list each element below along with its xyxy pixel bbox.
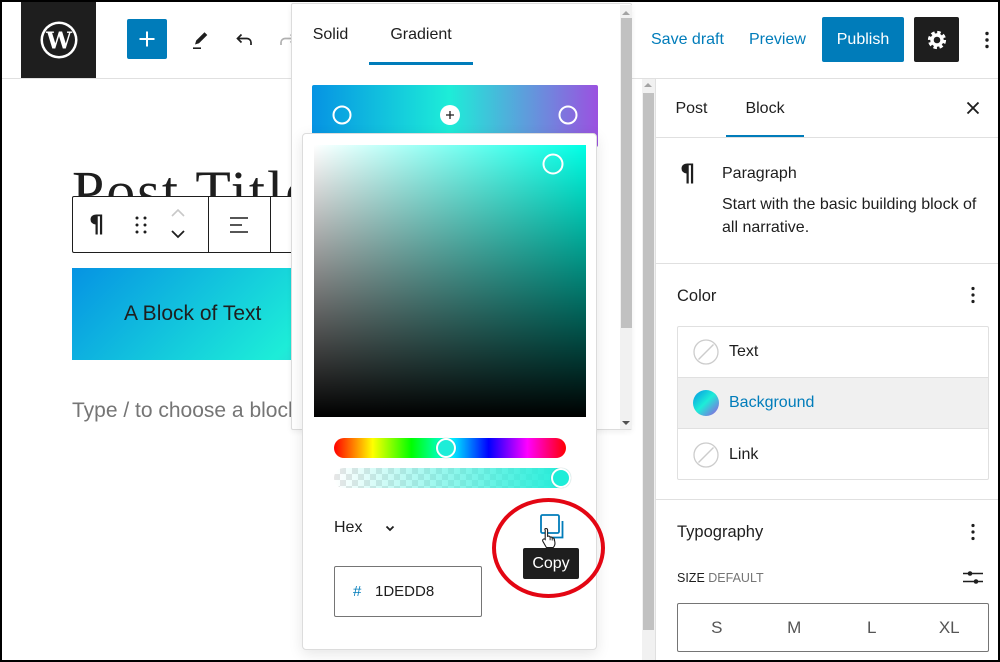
gear-icon xyxy=(927,30,946,49)
add-block-button[interactable] xyxy=(127,19,167,59)
saturation-field[interactable] xyxy=(314,145,586,417)
sidebar-tab-post[interactable]: Post xyxy=(657,79,726,138)
svg-text:W: W xyxy=(45,28,73,55)
save-draft-button[interactable]: Save draft xyxy=(645,20,730,60)
drag-handle-icon xyxy=(135,216,147,234)
color-item-label: Link xyxy=(729,445,759,463)
color-format-select[interactable]: Hex xyxy=(334,515,398,541)
no-color-swatch-icon xyxy=(693,441,719,468)
align-left-icon xyxy=(230,217,248,233)
settings-sidebar: Post Block Paragraph Start with the basi… xyxy=(655,79,998,660)
block-type-button[interactable] xyxy=(89,212,104,236)
chevron-up-icon xyxy=(171,208,185,217)
divider xyxy=(656,263,998,264)
more-vertical-icon xyxy=(971,286,975,304)
drag-handle[interactable] xyxy=(134,215,148,240)
move-down-button[interactable] xyxy=(168,227,188,241)
hue-slider-handle[interactable] xyxy=(436,438,457,458)
color-item-text[interactable]: Text xyxy=(678,327,988,378)
wordpress-logo-icon: W xyxy=(40,21,77,59)
typography-panel-heading: Typography xyxy=(677,523,764,541)
tab-label: Gradient xyxy=(390,25,452,43)
color-panel-heading: Color xyxy=(677,287,717,305)
block-card-description: Start with the basic building block of a… xyxy=(722,196,977,236)
hue-slider[interactable] xyxy=(334,438,566,458)
scroll-down-arrow-icon[interactable] xyxy=(622,421,630,425)
editor-scrollbar-thumb[interactable] xyxy=(643,93,654,630)
gradient-insert-point-button[interactable] xyxy=(440,105,461,125)
no-color-swatch-icon xyxy=(693,339,719,365)
more-vertical-icon xyxy=(985,31,989,49)
chevron-down-icon xyxy=(171,230,185,239)
gradient-stop-handle[interactable] xyxy=(332,105,352,125)
toolbar-divider xyxy=(208,197,209,252)
saturation-pointer[interactable] xyxy=(542,153,564,175)
sidebar-tab-block[interactable]: Block xyxy=(726,79,804,138)
popover-scrollbar[interactable] xyxy=(620,5,632,429)
size-value: DEFAULT xyxy=(708,571,764,585)
more-vertical-icon xyxy=(971,523,975,541)
active-tab-indicator xyxy=(369,62,473,65)
toolbar-divider xyxy=(270,197,271,252)
color-item-background[interactable]: Background xyxy=(678,378,988,429)
color-format-value: Hex xyxy=(334,519,363,536)
hex-color-input[interactable]: # 1DEDD8 xyxy=(334,566,482,617)
undo-button[interactable] xyxy=(232,28,256,52)
color-items-group: Text Background Link xyxy=(677,326,989,480)
options-menu-button[interactable] xyxy=(975,28,999,52)
font-size-option[interactable]: L xyxy=(833,604,911,651)
tab-gradient[interactable]: Gradient xyxy=(369,4,473,65)
popover-scrollbar-thumb[interactable] xyxy=(621,18,632,328)
paragraph-icon xyxy=(680,161,695,185)
editor-scrollbar[interactable] xyxy=(642,79,655,660)
hex-prefix: # xyxy=(353,583,362,600)
custom-size-toggle[interactable] xyxy=(961,566,985,590)
block-card-title: Paragraph xyxy=(722,165,797,182)
tools-button[interactable] xyxy=(188,28,212,52)
align-button[interactable] xyxy=(227,213,251,237)
sliders-icon xyxy=(963,571,983,584)
close-icon xyxy=(966,101,980,115)
size-label: SIZE xyxy=(677,571,705,585)
chevron-down-icon xyxy=(386,525,395,532)
alpha-slider[interactable] xyxy=(334,468,571,488)
preview-button[interactable]: Preview xyxy=(743,20,812,60)
close-sidebar-button[interactable] xyxy=(961,96,985,120)
scroll-up-arrow-icon[interactable] xyxy=(622,11,630,15)
color-picker-popover: Hex Copy # 1DEDD8 xyxy=(302,133,597,650)
background-gradient-swatch xyxy=(693,390,719,416)
font-size-option[interactable]: S xyxy=(678,604,756,651)
hand-cursor-icon xyxy=(540,527,558,554)
publish-button[interactable]: Publish xyxy=(822,17,904,62)
font-size-option[interactable]: XL xyxy=(911,604,989,651)
divider xyxy=(656,137,998,138)
block-appender-placeholder[interactable]: Type / to choose a block xyxy=(72,398,298,424)
alpha-slider-handle[interactable] xyxy=(551,468,571,488)
pencil-icon xyxy=(193,32,208,49)
tab-solid[interactable]: Solid xyxy=(292,4,369,65)
font-size-option[interactable]: M xyxy=(756,604,834,651)
tab-label: Block xyxy=(745,99,785,117)
tab-label: Post xyxy=(675,99,708,117)
undo-icon xyxy=(236,33,252,45)
color-options-button[interactable] xyxy=(961,283,985,307)
gradient-stop-handle[interactable] xyxy=(558,105,578,125)
plus-icon xyxy=(446,111,455,119)
divider xyxy=(656,499,998,500)
hex-value[interactable]: 1DEDD8 xyxy=(375,583,434,600)
settings-button[interactable] xyxy=(914,17,959,62)
color-item-label: Text xyxy=(729,343,759,360)
pointer-hand-icon xyxy=(542,527,556,549)
plus-icon xyxy=(139,31,155,47)
move-up-button[interactable] xyxy=(168,206,188,220)
color-item-link[interactable]: Link xyxy=(678,429,988,480)
tab-label: Solid xyxy=(312,25,349,43)
font-size-toggle-group: S M L XL xyxy=(677,603,989,652)
wordpress-logo[interactable]: W xyxy=(21,2,96,78)
scroll-up-arrow-icon[interactable] xyxy=(644,83,652,87)
color-item-label: Background xyxy=(729,394,815,411)
typography-options-button[interactable] xyxy=(961,520,985,544)
font-size-label: SIZE DEFAULT xyxy=(677,570,764,586)
